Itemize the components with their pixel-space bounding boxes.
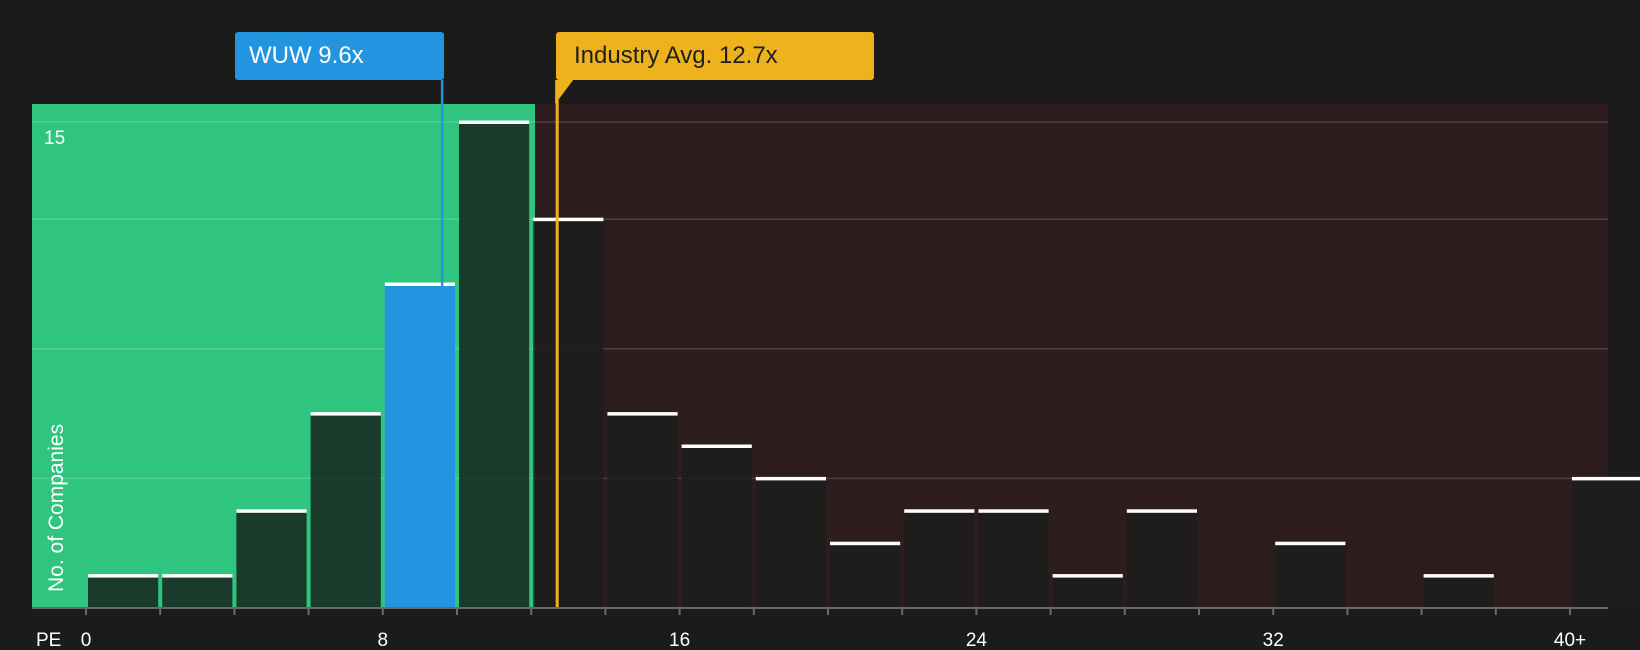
- histogram-bar-5: [384, 284, 455, 608]
- x-tick-label-32: 32: [1263, 630, 1284, 650]
- histogram-bar-17: [1275, 543, 1346, 608]
- histogram-bar-cap-12: [904, 509, 975, 513]
- histogram-bar-2: [162, 575, 233, 608]
- x-tick-label-16: 16: [669, 630, 690, 650]
- histogram-bar-7: [533, 219, 604, 608]
- histogram-bar-cap-14: [1052, 574, 1123, 578]
- histogram-bar-4: [310, 413, 381, 608]
- histogram-bar-15: [1126, 510, 1197, 608]
- histogram-bar-cap-4: [310, 412, 381, 416]
- x-axis-title: PE: [36, 630, 61, 650]
- y-tick-label: 15: [44, 128, 65, 149]
- histogram-bar-cap-13: [978, 509, 1049, 513]
- histogram-bar-10: [755, 478, 826, 608]
- histogram-bar-cap-11: [830, 541, 901, 546]
- histogram-bar-21: [1572, 478, 1640, 608]
- histogram-bar-1: [88, 575, 159, 608]
- y-axis-title: No. of Companies: [45, 424, 68, 592]
- pe-distribution-chart: 0 8 16 24 32 40+ 15 No. of Companies PE WUW 9…: [0, 0, 1640, 650]
- x-tick-label-24: 24: [966, 630, 988, 650]
- industry-average-label: Industry Avg. 12.7x: [574, 42, 778, 69]
- histogram-bar-cap-3: [236, 509, 307, 513]
- company-pe-label: WUW 9.6x: [249, 42, 364, 69]
- histogram-bar-cap-19: [1423, 574, 1494, 578]
- histogram-bar-cap-9: [681, 444, 752, 448]
- histogram-bar-cap-15: [1126, 509, 1197, 513]
- x-tick-label-8: 8: [378, 630, 389, 650]
- industry-average-callout: Industry Avg. 12.7x: [556, 32, 874, 80]
- company-pe-callout: WUW 9.6x: [235, 32, 444, 80]
- histogram-bar-cap-17: [1275, 541, 1346, 546]
- histogram-bar-cap-5: [384, 282, 455, 286]
- histogram-bar-14: [1052, 575, 1123, 608]
- histogram-bar-6: [459, 122, 530, 608]
- histogram-bar-cap-1: [88, 574, 159, 578]
- histogram-bar-8: [607, 413, 678, 608]
- histogram-bar-cap-6: [459, 120, 530, 124]
- chart-canvas: 0 8 16 24 32 40+ 15 No. of Companies PE: [32, 80, 1640, 650]
- histogram-bar-cap-2: [162, 574, 233, 578]
- histogram-bar-cap-8: [607, 412, 678, 416]
- histogram-bar-cap-7: [533, 217, 604, 222]
- x-axis-ticks: 0 8 16 24 32 40+: [81, 608, 1586, 650]
- histogram-bar-3: [236, 510, 307, 608]
- histogram-bar-cap-21: [1572, 476, 1640, 481]
- x-tick-label-40plus: 40+: [1554, 630, 1586, 650]
- histogram-bar-cap-10: [755, 476, 826, 481]
- histogram-bar-19: [1423, 575, 1494, 608]
- histogram-bar-13: [978, 510, 1049, 608]
- histogram-bar-11: [830, 543, 901, 608]
- x-tick-label-0: 0: [81, 630, 92, 650]
- histogram-bar-12: [904, 510, 975, 608]
- histogram-bar-9: [681, 446, 752, 608]
